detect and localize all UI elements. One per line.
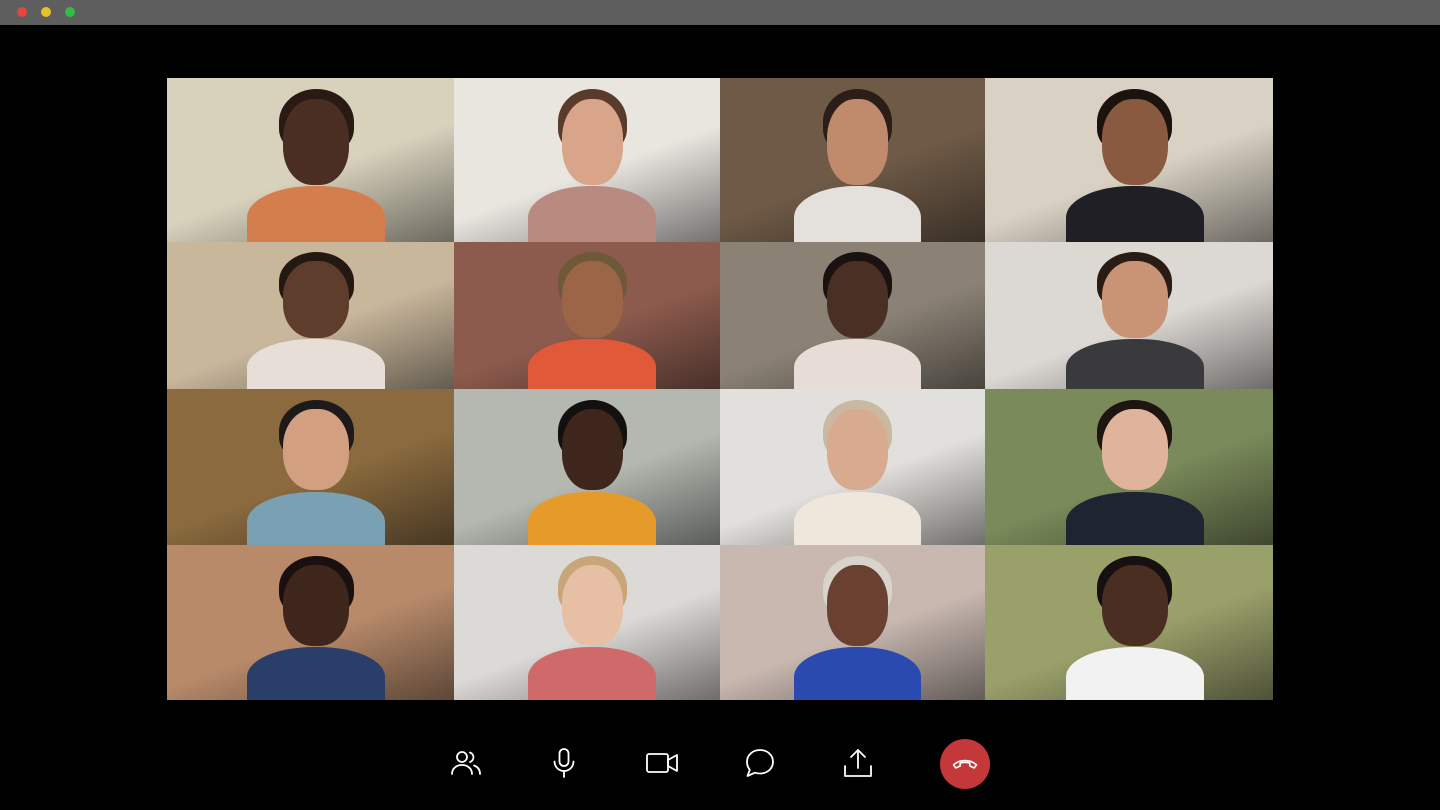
participant-video-feed [454,389,720,545]
microphone-button[interactable] [546,746,582,780]
participant-tile-4[interactable] [985,78,1273,242]
participant-tile-7[interactable] [720,242,985,389]
participant-video-feed [985,389,1273,545]
phone-hangup-icon [952,759,978,769]
participant-tile-2[interactable] [454,78,720,242]
participant-video-feed [985,242,1273,389]
participant-video-feed [454,78,720,242]
participant-tile-5[interactable] [167,242,454,389]
participant-video-grid [167,78,1273,700]
end-call-button[interactable] [940,739,990,789]
participant-video-feed [985,545,1273,700]
chat-button[interactable] [742,746,778,780]
participants-button[interactable] [448,746,484,780]
camera-button[interactable] [644,746,680,780]
participant-tile-14[interactable] [454,545,720,700]
video-camera-icon [646,753,678,773]
participant-tile-11[interactable] [720,389,985,545]
participant-tile-3[interactable] [720,78,985,242]
participant-tile-1[interactable] [167,78,454,242]
participant-video-feed [454,242,720,389]
participant-video-feed [720,545,985,700]
participant-video-feed [720,389,985,545]
maximize-window-button[interactable] [65,7,75,17]
share-upload-icon [844,749,872,777]
participant-video-feed [454,545,720,700]
people-icon [451,751,481,775]
participant-video-feed [167,242,454,389]
participant-tile-9[interactable] [167,389,454,545]
microphone-icon [553,748,575,778]
chat-bubble-icon [746,749,774,777]
participant-video-feed [985,78,1273,242]
window-titlebar [0,0,1440,25]
participant-tile-16[interactable] [985,545,1273,700]
participant-tile-15[interactable] [720,545,985,700]
participant-video-feed [720,242,985,389]
share-button[interactable] [840,746,876,780]
participant-tile-12[interactable] [985,389,1273,545]
participant-tile-10[interactable] [454,389,720,545]
close-window-button[interactable] [17,7,27,17]
call-controls-bar [0,716,1440,810]
participant-tile-8[interactable] [985,242,1273,389]
participant-video-feed [167,545,454,700]
participant-video-feed [167,389,454,545]
participant-tile-6[interactable] [454,242,720,389]
minimize-window-button[interactable] [41,7,51,17]
participant-tile-13[interactable] [167,545,454,700]
participant-video-feed [167,78,454,242]
participant-video-feed [720,78,985,242]
